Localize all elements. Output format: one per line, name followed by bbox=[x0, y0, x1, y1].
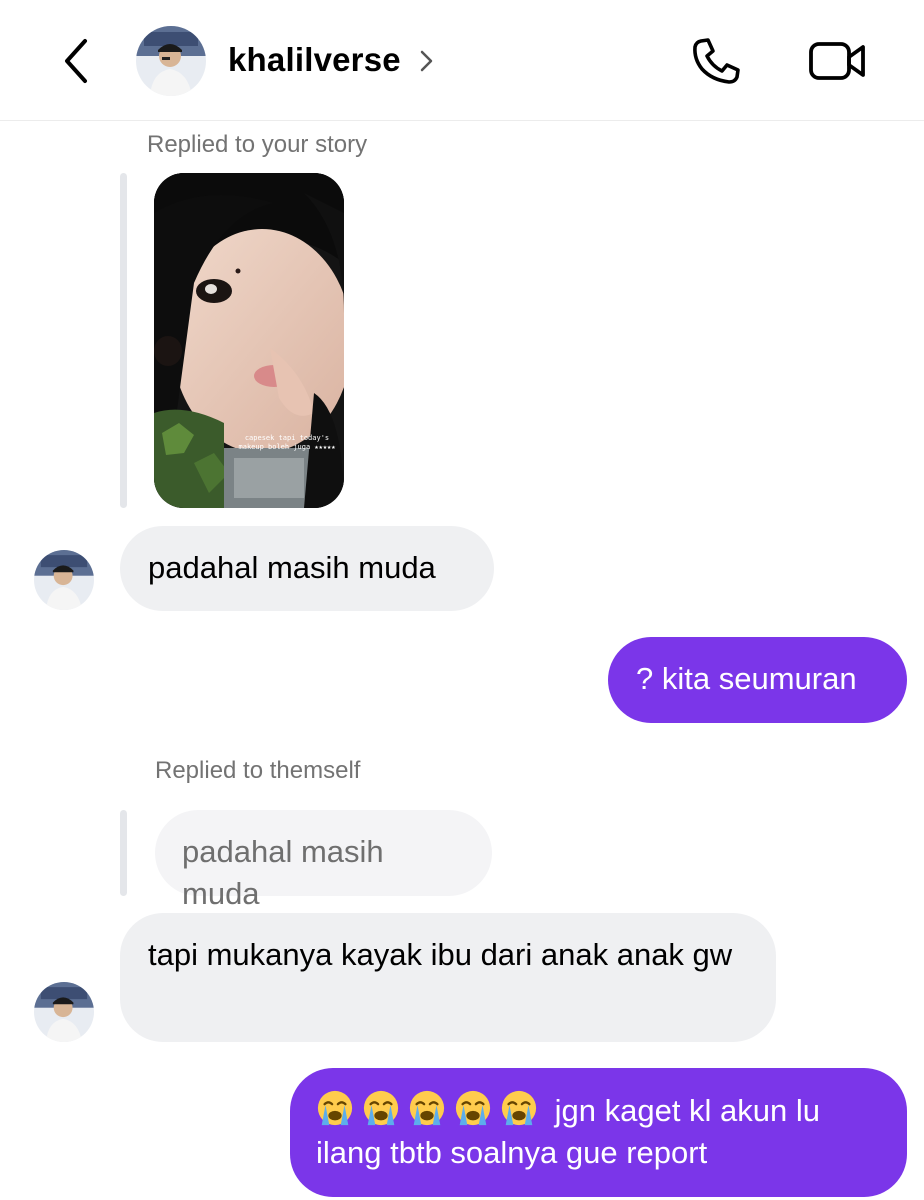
story-thumbnail[interactable]: capesek tapi today's makeup boleh juga ★… bbox=[154, 173, 344, 508]
reply-label: Replied to themself bbox=[155, 757, 361, 784]
chat-header: khalilverse bbox=[0, 0, 924, 121]
chevron-right-icon[interactable] bbox=[418, 48, 436, 74]
loudly-crying-face-icon bbox=[501, 1090, 537, 1126]
username[interactable]: khalilverse bbox=[228, 41, 401, 79]
message-bubble-outgoing[interactable]: ? kita seumuran bbox=[608, 637, 907, 723]
story-reply-label: Replied to your story bbox=[147, 131, 368, 158]
message-bubble-incoming[interactable]: padahal masih muda bbox=[120, 526, 494, 611]
phone-icon[interactable] bbox=[690, 36, 742, 86]
reply-indicator bbox=[120, 810, 127, 896]
loudly-crying-emoji-group bbox=[316, 1090, 555, 1128]
loudly-crying-face-icon bbox=[455, 1090, 491, 1126]
video-camera-icon[interactable] bbox=[808, 38, 868, 84]
sender-avatar[interactable] bbox=[34, 982, 94, 1042]
loudly-crying-face-icon bbox=[317, 1090, 353, 1126]
back-icon[interactable] bbox=[55, 35, 99, 87]
sender-avatar[interactable] bbox=[34, 550, 94, 610]
message-bubble-outgoing[interactable]: jgn kaget kl akun lu ilang tbtb soalnya … bbox=[290, 1068, 907, 1197]
profile-avatar[interactable] bbox=[136, 26, 206, 96]
loudly-crying-face-icon bbox=[409, 1090, 445, 1126]
story-reply-indicator bbox=[120, 173, 127, 508]
message-bubble-incoming[interactable]: tapi mukanya kayak ibu dari anak anak gw bbox=[120, 913, 776, 1042]
quoted-message[interactable]: padahal masih muda bbox=[155, 810, 492, 911]
loudly-crying-face-icon bbox=[363, 1090, 399, 1126]
story-caption: capesek tapi today's makeup boleh juga ★… bbox=[238, 434, 336, 451]
